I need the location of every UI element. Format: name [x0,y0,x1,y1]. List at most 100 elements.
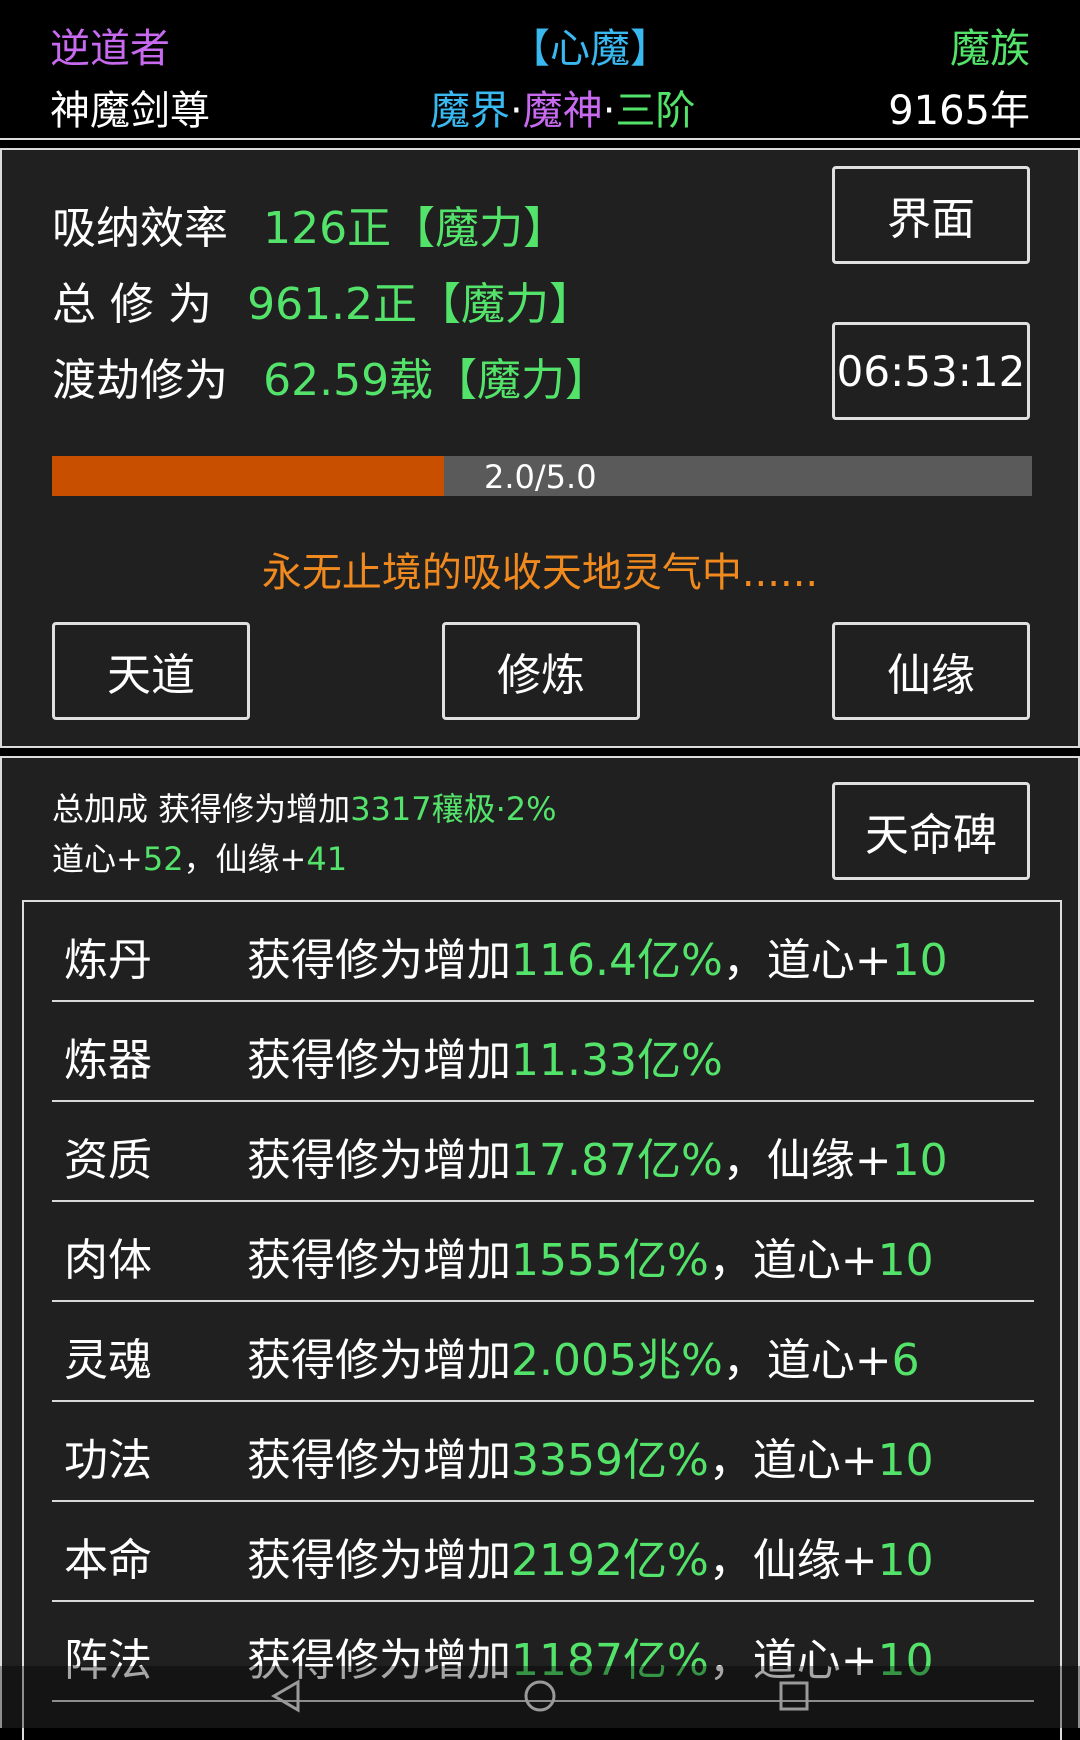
interface-button[interactable]: 界面 [832,166,1030,264]
row-name: 本命 [64,1535,152,1586]
row-extra-value: 10 [877,1435,934,1486]
row-extra-label: ，道心+ [722,1335,892,1386]
row-description: 获得修为增加11.33亿% [247,1024,723,1088]
table-row: 灵魂 获得修为增加2.005兆%，道心+6 [52,1302,1034,1402]
system-nav-bar [0,1666,1080,1728]
table-row: 炼丹 获得修为增加116.4亿%，道心+10 [52,902,1034,1002]
row-value: 2.005兆% [511,1335,723,1386]
row-description: 获得修为增加2.005兆%，道心+6 [247,1324,920,1388]
row-description: 获得修为增加3359亿%，道心+10 [247,1424,934,1488]
absorb-value: 126正【魔力】 [263,203,567,254]
absorb-number: 126正 [263,203,392,254]
absorb-unit: 【魔力】 [391,203,568,254]
player-title: 神魔剑尊 [50,88,210,134]
row-prefix: 获得修为增加 [247,1335,511,1386]
row-prefix: 获得修为增加 [247,1435,511,1486]
header-divider [0,138,1080,140]
row-value: 11.33亿% [511,1035,723,1086]
row-description: 获得修为增加116.4亿%，道心+10 [247,924,948,988]
row-extra-label: ，道心+ [708,1235,878,1286]
total-label: 总 修 为 [52,279,212,330]
tribulation-value: 62.59载【魔力】 [263,355,609,406]
table-row: 资质 获得修为增加17.87亿%，仙缘+10 [52,1102,1034,1202]
row-description: 获得修为增加1555亿%，道心+10 [247,1224,934,1288]
dao-heart-value: 52 [142,840,184,878]
tiandao-button[interactable]: 天道 [52,622,250,720]
progress-fill [52,456,444,496]
header: 逆道者 神魔剑尊 【心魔】 魔界·魔神·三阶 魔族 9165年 [0,0,1080,138]
fate-label: ，仙缘+ [183,840,307,878]
table-row: 肉体 获得修为增加1555亿%，道心+10 [52,1202,1034,1302]
table-row: 功法 获得修为增加3359亿%，道心+10 [52,1402,1034,1502]
row-extra-label: ，道心+ [722,935,892,986]
absorb-row: 吸纳效率 126正【魔力】 [52,192,567,256]
tribulation-unit: 【魔力】 [433,355,610,406]
bonus-line-2: 道心+52，仙缘+41 [52,834,347,880]
absorb-label: 吸纳效率 [52,203,228,254]
row-value: 1555亿% [511,1235,709,1286]
row-prefix: 获得修为增加 [247,1035,511,1086]
row-value: 2192亿% [511,1535,709,1586]
row-description: 获得修为增加2192亿%，仙缘+10 [247,1524,934,1588]
fate-button[interactable]: 仙缘 [832,622,1030,720]
total-number: 961.2正 [247,279,418,330]
age-label: 9165年 [888,88,1030,134]
row-prefix: 获得修为增加 [247,935,511,986]
row-extra-value: 10 [877,1535,934,1586]
player-name: 逆道者 [50,26,170,72]
mind-state: 【心魔】 [510,26,670,72]
row-extra-value: 10 [877,1235,934,1286]
row-name: 灵魂 [64,1335,152,1386]
tribulation-label: 渡劫修为 [52,355,228,406]
progress-bar: 2.0/5.0 [52,456,1032,496]
total-unit: 【魔力】 [417,279,594,330]
total-row: 总 修 为 961.2正【魔力】 [52,268,593,332]
dao-heart-label: 道心+ [52,840,143,878]
row-name: 炼丹 [64,935,152,986]
row-prefix: 获得修为增加 [247,1135,511,1186]
back-icon[interactable] [268,1678,304,1714]
row-extra-label: ，道心+ [708,1435,878,1486]
realm-level: 魔神 [522,88,603,134]
tribulation-number: 62.59载 [263,355,434,406]
fate-value: 41 [306,840,348,878]
bonus-table: 炼丹 获得修为增加116.4亿%，道心+10 炼器 获得修为增加11.33亿% 资质 获得… [22,900,1062,1740]
row-value: 116.4亿% [511,935,723,986]
row-extra-label: ，仙缘+ [708,1535,878,1586]
row-extra-value: 10 [891,935,948,986]
row-name: 功法 [64,1435,152,1486]
row-prefix: 获得修为增加 [247,1235,511,1286]
table-row: 炼器 获得修为增加11.33亿% [52,1002,1034,1102]
realm-dot-1: · [510,88,523,134]
destiny-stele-button[interactable]: 天命碑 [832,782,1030,880]
realm-stage: 三阶 [615,88,696,134]
row-prefix: 获得修为增加 [247,1535,511,1586]
row-extra-value: 6 [891,1335,920,1386]
row-name: 炼器 [64,1035,152,1086]
row-extra-value: 10 [891,1135,948,1186]
row-name: 资质 [64,1135,152,1186]
home-icon[interactable] [522,1678,558,1714]
recents-icon[interactable] [776,1678,812,1714]
timer-display: 06:53:12 [832,322,1030,420]
status-message: 永无止境的吸收天地灵气中...... [261,550,819,596]
bonus-panel: 总加成 获得修为增加3317穰极·2% 道心+52，仙缘+41 天命碑 炼丹 获得… [0,756,1080,1740]
row-value: 17.87亿% [511,1135,723,1186]
tribulation-row: 渡劫修为 62.59载【魔力】 [52,344,609,408]
realm-world: 魔界 [430,88,510,134]
table-row: 本命 获得修为增加2192亿%，仙缘+10 [52,1502,1034,1602]
realm-line: 魔界·魔神·三阶 [430,78,695,136]
bonus-value: 3317穰极·2% [350,790,557,828]
total-value: 961.2正【魔力】 [247,279,593,330]
bonus-line-1: 总加成 获得修为增加3317穰极·2% [52,784,557,830]
progress-text: 2.0/5.0 [484,458,597,496]
row-extra-label: ，仙缘+ [722,1135,892,1186]
row-value: 3359亿% [511,1435,709,1486]
row-name: 肉体 [64,1235,152,1286]
race-label: 魔族 [950,26,1030,72]
cultivate-button[interactable]: 修炼 [442,622,640,720]
realm-dot-2: · [602,88,616,134]
row-description: 获得修为增加17.87亿%，仙缘+10 [247,1124,948,1188]
stats-panel: 吸纳效率 126正【魔力】 总 修 为 961.2正【魔力】 渡劫修为 62.5… [0,148,1080,748]
bonus-prefix: 总加成 获得修为增加 [52,790,351,828]
